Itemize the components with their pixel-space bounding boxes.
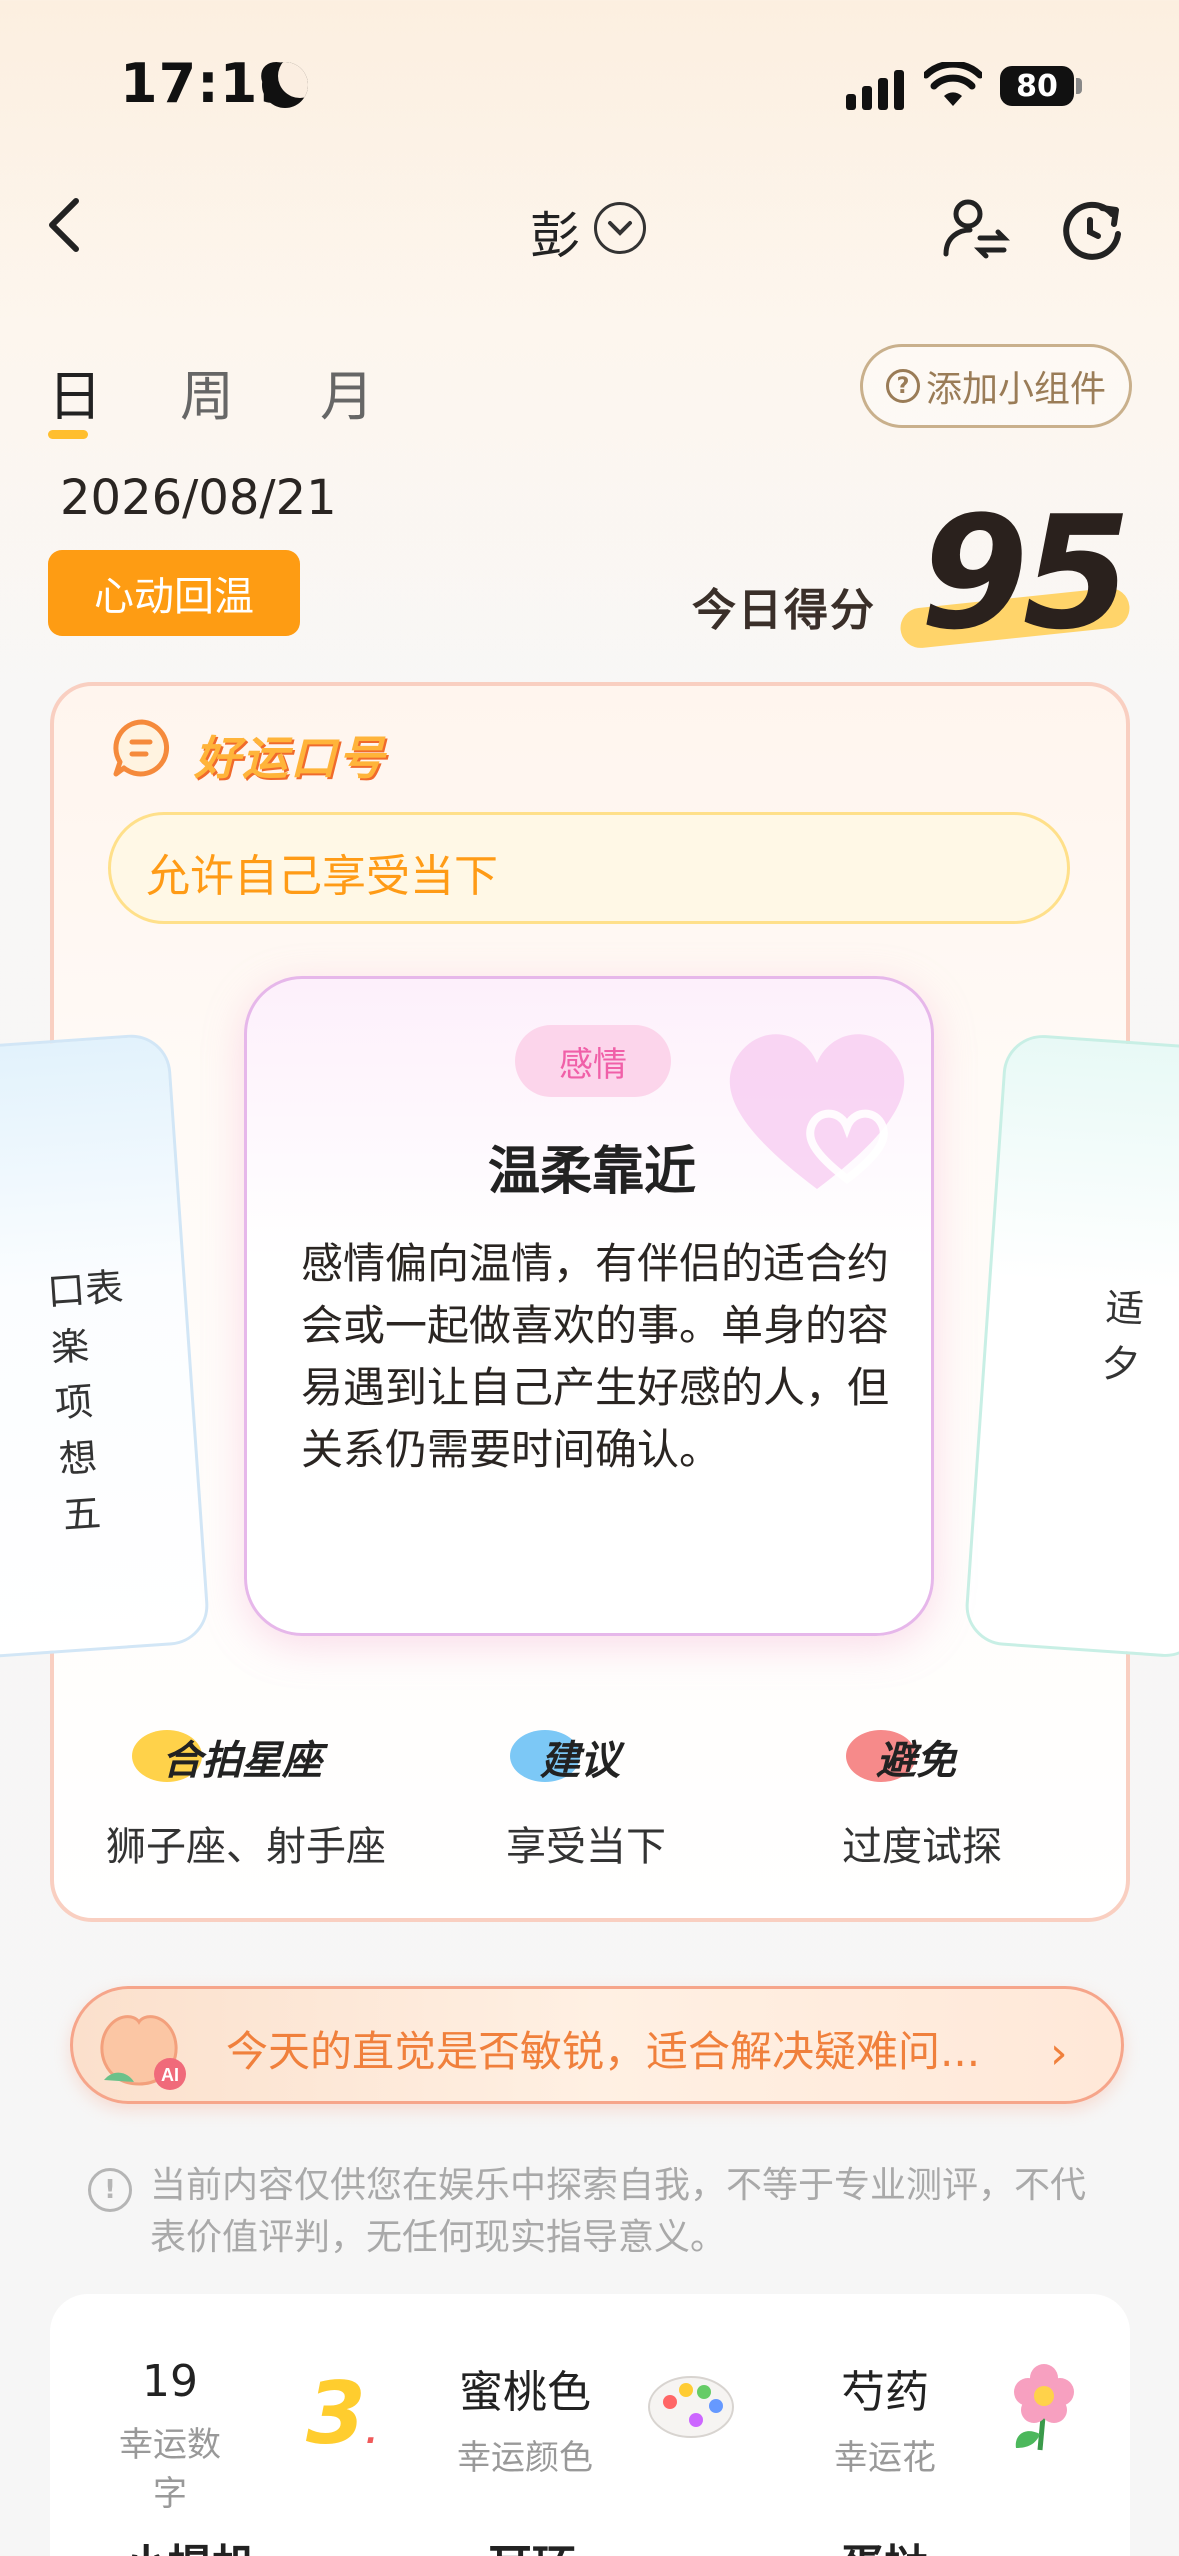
side-text-line: 适 [1104, 1285, 1146, 1332]
lucky-label: 幸运花 [834, 2438, 936, 2478]
svg-text:AI: AI [161, 2065, 179, 2085]
side-text-line: 想 [57, 1435, 99, 1482]
info-value: 过度试探 [842, 1824, 1002, 1870]
refresh-icon[interactable] [1058, 194, 1128, 264]
category-badge: 感情 [515, 1025, 671, 1097]
lucky-item-row2: 耳环 [488, 2530, 576, 2556]
score-value: 95 [920, 482, 1131, 664]
lucky-label: 幸运颜色 [457, 2438, 593, 2478]
flower-icon [1014, 2364, 1074, 2451]
chevron-right-icon[interactable]: › [1050, 2028, 1068, 2079]
info-advice: 建议 享受当下 [506, 1728, 666, 1872]
number-3-icon: 3. [306, 2364, 378, 2464]
battery-icon: 80 [1000, 66, 1074, 106]
score-label: 今日得分 [692, 585, 876, 636]
back-icon[interactable] [40, 195, 90, 255]
chevron-down-icon[interactable] [594, 202, 646, 254]
lucky-color: 蜜桃色 幸运颜色 [450, 2356, 600, 2479]
moon-icon [262, 62, 308, 108]
lucky-flower: 芍药 幸运花 [810, 2356, 960, 2479]
chat-bubble-icon [113, 719, 170, 777]
side-text-line: 夕 [1100, 1340, 1142, 1388]
card-title: 温柔靠近 [487, 1142, 696, 1202]
tab-day[interactable]: 日 [48, 352, 102, 431]
tab-month[interactable]: 月 [320, 352, 374, 431]
slogan-text: 允许自己享受当下 [146, 851, 498, 902]
side-text-line: 五 [61, 1490, 103, 1538]
info-value: 狮子座、射手座 [106, 1824, 386, 1870]
date-text: 2026/08/21 [60, 470, 337, 526]
lucky-label: 幸运数字 [119, 2425, 221, 2514]
lucky-panel: 19 幸运数字 3. 蜜桃色 幸运颜色 芍药 幸运花 小提机 耳环 蛋挞 [50, 2294, 1130, 2556]
card-body: 感情偏向温情，有伴侣的适合约会或一起做喜欢的事。单身的容易遇到让自己产生好感的人… [301, 1239, 890, 1474]
side-text-line: 楽 [49, 1323, 91, 1370]
lucky-item-row2: 蛋挞 [840, 2530, 928, 2556]
profile-name[interactable]: 彭 [530, 196, 580, 268]
lucky-value: 蜜桃色 [459, 2367, 591, 2418]
info-label: 避免 [876, 1738, 956, 1784]
info-label: 合拍星座 [162, 1738, 322, 1784]
peach-ai-icon: AI [100, 2015, 186, 2090]
lucky-item-row2: 小提机 [124, 2530, 256, 2556]
slogan-title: 好运口号 [194, 731, 386, 785]
add-widget-label: 添加小组件 [925, 369, 1106, 410]
lucky-number: 19 幸运数字 [110, 2356, 230, 2515]
info-label: 建议 [540, 1738, 620, 1784]
add-widget-button[interactable]: ? 添加小组件 [860, 344, 1132, 428]
tab-week[interactable]: 周 [180, 352, 234, 431]
palette-icon [648, 2376, 734, 2438]
info-compatible-signs: 合拍星座 狮子座、射手座 [106, 1728, 386, 1872]
help-icon: ? [885, 369, 920, 403]
switch-profile-icon[interactable] [940, 194, 1010, 264]
wifi-icon [924, 62, 982, 106]
side-text-line: 口表 [45, 1264, 125, 1315]
battery-cap [1076, 78, 1082, 94]
info-icon: ! [88, 2168, 132, 2212]
info-avoid: 避免 过度试探 [842, 1728, 1002, 1872]
active-tab-indicator [48, 430, 88, 439]
mood-badge: 心动回温 [48, 550, 300, 636]
signal-icon [846, 68, 906, 110]
ai-question-text[interactable]: 今天的直觉是否敏锐，适合解决疑难问... [226, 2018, 980, 2079]
lucky-value: 19 [142, 2356, 198, 2407]
lucky-value: 芍药 [841, 2367, 929, 2418]
disclaimer-text: 当前内容仅供您在娱乐中探索自我，不等于专业测评，不代表价值评判，无任何现实指导意… [150, 2165, 1087, 2258]
carousel-card-current[interactable]: 感情 温柔靠近 感情偏向温情，有伴侣的适合约会或一起做喜欢的事。单身的容易遇到让… [244, 976, 934, 1636]
side-text-line: 项 [53, 1379, 95, 1426]
info-value: 享受当下 [506, 1824, 666, 1870]
